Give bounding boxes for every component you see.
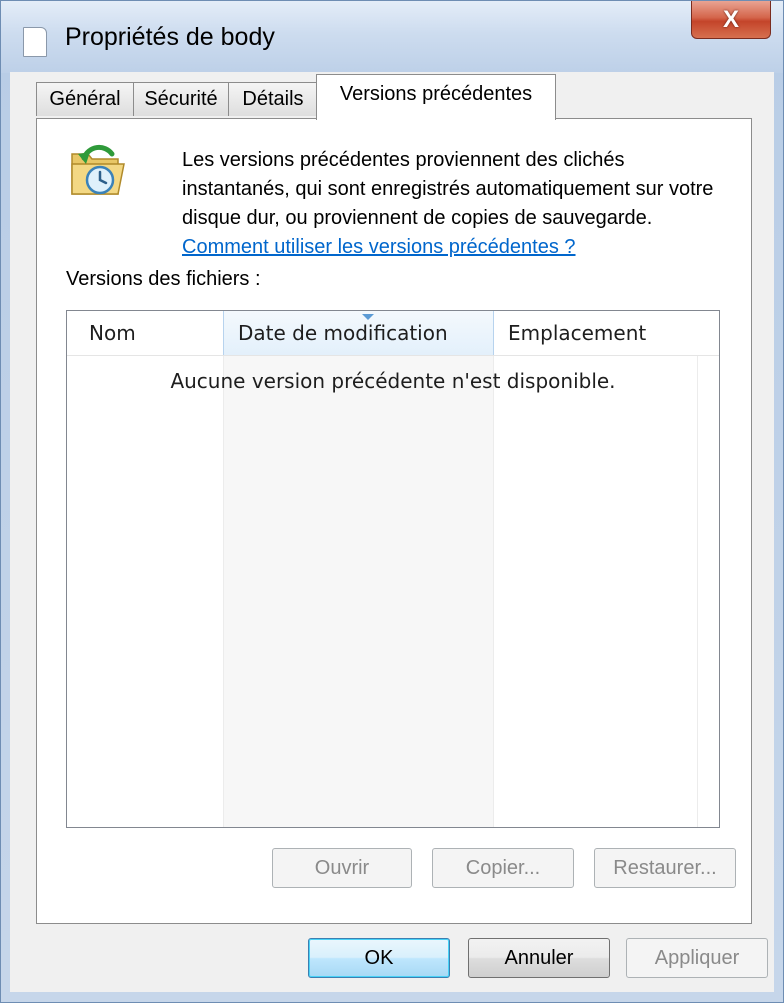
apply-button[interactable]: Appliquer (626, 938, 768, 978)
empty-list-message: Aucune version précédente n'est disponib… (170, 369, 616, 393)
file-versions-label: Versions des fichiers : (66, 268, 261, 290)
column-header-date[interactable]: Date de modification (223, 311, 494, 355)
tab-previous-versions[interactable]: Versions précédentes (316, 74, 556, 120)
tab-general[interactable]: Général (36, 82, 134, 116)
description-text: Les versions précédentes proviennent des… (182, 146, 742, 262)
help-link[interactable]: Comment utiliser les versions précédente… (182, 236, 576, 258)
description-line-2: instantanés, qui sont enregistrés automa… (182, 178, 714, 200)
column-header-location[interactable]: Emplacement (494, 311, 697, 355)
previous-versions-folder-icon (71, 144, 125, 195)
ok-button[interactable]: OK (308, 938, 450, 978)
title-bar[interactable]: Propriétés de body X (1, 1, 783, 73)
file-versions-list[interactable]: Nom Date de modification Emplacement Auc… (66, 310, 720, 828)
column-header-date-label: Date de modification (238, 321, 448, 345)
tab-security[interactable]: Sécurité (133, 82, 229, 116)
close-icon: X (722, 5, 739, 33)
open-button[interactable]: Ouvrir (272, 848, 412, 888)
restore-button[interactable]: Restaurer... (594, 848, 736, 888)
list-header: Nom Date de modification Emplacement (67, 311, 719, 356)
column-header-name[interactable]: Nom (67, 311, 223, 355)
description-line-3: disque dur, ou proviennent de copies de … (182, 207, 653, 229)
sort-arrow-icon (362, 314, 374, 320)
description-line-1: Les versions précédentes proviennent des… (182, 149, 625, 171)
window-title: Propriétés de body (65, 23, 275, 51)
cancel-button[interactable]: Annuler (468, 938, 610, 978)
tab-details[interactable]: Détails (228, 82, 318, 116)
close-button[interactable]: X (691, 1, 771, 39)
copy-button[interactable]: Copier... (432, 848, 574, 888)
document-icon (23, 27, 47, 57)
